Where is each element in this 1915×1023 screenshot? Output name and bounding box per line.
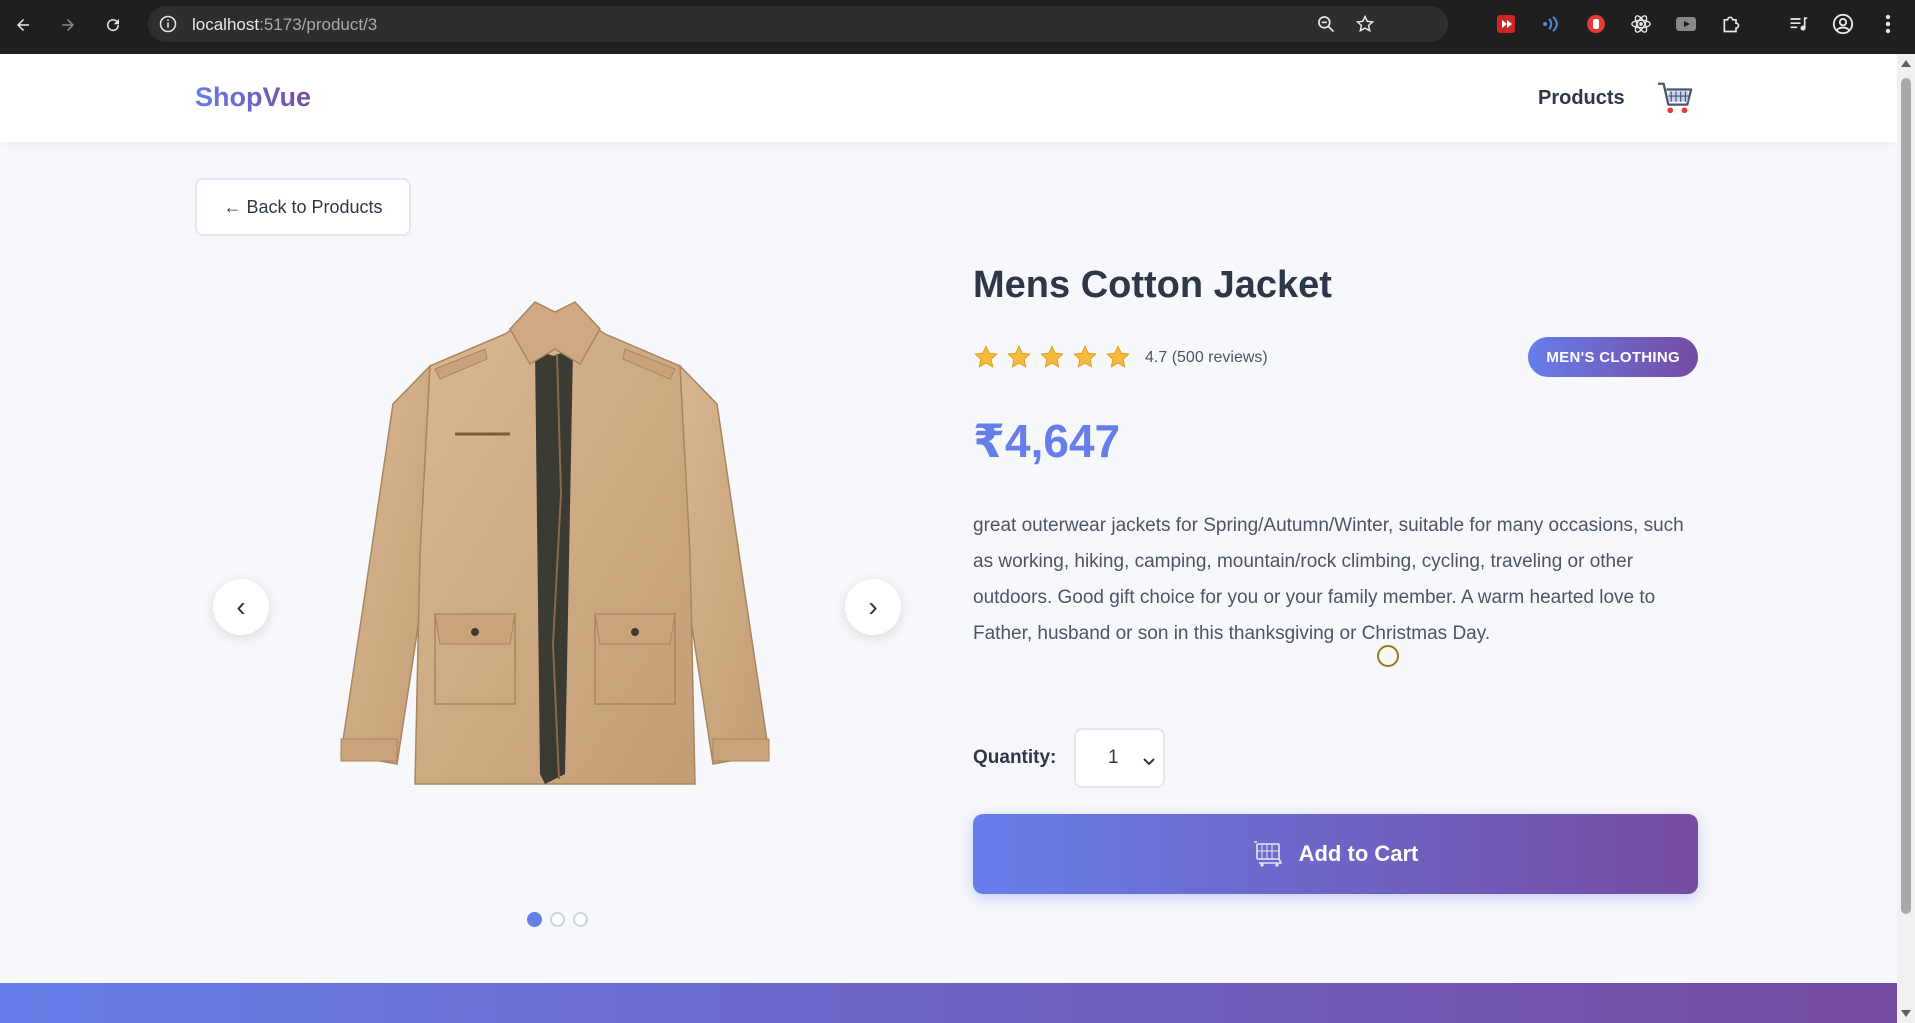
quantity-row: Quantity: 1 bbox=[973, 728, 1698, 788]
star-icon bbox=[1106, 345, 1130, 368]
media-control-icon[interactable] bbox=[1786, 12, 1810, 36]
cursor-indicator bbox=[1377, 645, 1399, 667]
gallery-dot[interactable] bbox=[550, 912, 565, 927]
zoom-icon[interactable] bbox=[1316, 14, 1336, 39]
gallery-dot[interactable] bbox=[573, 912, 588, 927]
rating-text: 4.7 (500 reviews) bbox=[1145, 349, 1268, 366]
site-logo[interactable]: ShopVue bbox=[195, 82, 311, 113]
star-icon bbox=[1073, 345, 1097, 368]
address-bar[interactable]: localhost:5173/product/3 bbox=[148, 6, 1448, 42]
back-to-products-button[interactable]: ← Back to Products bbox=[195, 178, 411, 236]
footer-band bbox=[0, 983, 1897, 1023]
url-host: localhost bbox=[192, 15, 260, 34]
forward-arrow-icon[interactable] bbox=[53, 10, 83, 40]
gallery-dot[interactable] bbox=[527, 912, 542, 927]
reload-icon[interactable] bbox=[98, 10, 128, 40]
category-badge: MEN'S CLOTHING bbox=[1528, 337, 1698, 377]
scroll-up-arrow-icon[interactable] bbox=[1901, 60, 1911, 67]
rating-row: 4.7 (500 reviews) MEN'S CLOTHING bbox=[973, 337, 1698, 379]
menu-kebab-icon[interactable] bbox=[1876, 12, 1900, 36]
gallery-prev-button[interactable]: ‹ bbox=[213, 579, 269, 635]
browser-toolbar: localhost:5173/product/3 bbox=[0, 0, 1915, 54]
page-viewport: ShopVue Products ← Back to Products ‹ › … bbox=[0, 54, 1897, 1023]
extensions-puzzle-icon[interactable] bbox=[1719, 12, 1743, 36]
product-description: great outerwear jackets for Spring/Autum… bbox=[973, 515, 1684, 644]
star-icon bbox=[1007, 345, 1031, 368]
quantity-select[interactable]: 1 bbox=[1074, 728, 1165, 788]
profile-icon[interactable] bbox=[1831, 12, 1855, 36]
extension-hand-icon[interactable] bbox=[1584, 12, 1608, 36]
product-gallery: ‹ › bbox=[195, 264, 915, 954]
product-image-jacket bbox=[335, 294, 775, 794]
cart-icon bbox=[1253, 841, 1282, 867]
scroll-down-arrow-icon[interactable] bbox=[1901, 1010, 1911, 1017]
gallery-dots bbox=[527, 912, 588, 927]
extension-media-icon[interactable] bbox=[1674, 12, 1698, 36]
star-icon bbox=[1040, 345, 1064, 368]
page-scrollbar[interactable] bbox=[1897, 54, 1915, 1023]
site-info-icon[interactable] bbox=[156, 12, 180, 36]
chevron-down-icon bbox=[1143, 753, 1155, 769]
extension-wave-icon[interactable] bbox=[1539, 12, 1563, 36]
react-devtools-icon[interactable] bbox=[1629, 12, 1653, 36]
product-title: Mens Cotton Jacket bbox=[973, 264, 1332, 306]
extension-red-icon[interactable] bbox=[1494, 12, 1518, 36]
scrollbar-thumb[interactable] bbox=[1901, 78, 1911, 914]
url-path: :5173/product/3 bbox=[259, 15, 378, 34]
product-price: ₹4,647 bbox=[973, 415, 1121, 467]
quantity-label: Quantity: bbox=[973, 747, 1057, 768]
add-to-cart-label: Add to Cart bbox=[1298, 841, 1419, 866]
cart-icon[interactable] bbox=[1656, 80, 1694, 116]
star-icon bbox=[974, 345, 998, 368]
gallery-next-button[interactable]: › bbox=[845, 579, 901, 635]
bookmark-star-icon[interactable] bbox=[1355, 14, 1375, 39]
quantity-value: 1 bbox=[1108, 747, 1119, 768]
add-to-cart-button[interactable]: Add to Cart bbox=[973, 814, 1698, 894]
site-header: ShopVue Products bbox=[0, 54, 1897, 142]
rating-stars bbox=[973, 344, 1131, 370]
nav-link-products[interactable]: Products bbox=[1538, 87, 1625, 110]
url-text: localhost:5173/product/3 bbox=[192, 15, 377, 35]
back-arrow-icon[interactable] bbox=[8, 10, 38, 40]
